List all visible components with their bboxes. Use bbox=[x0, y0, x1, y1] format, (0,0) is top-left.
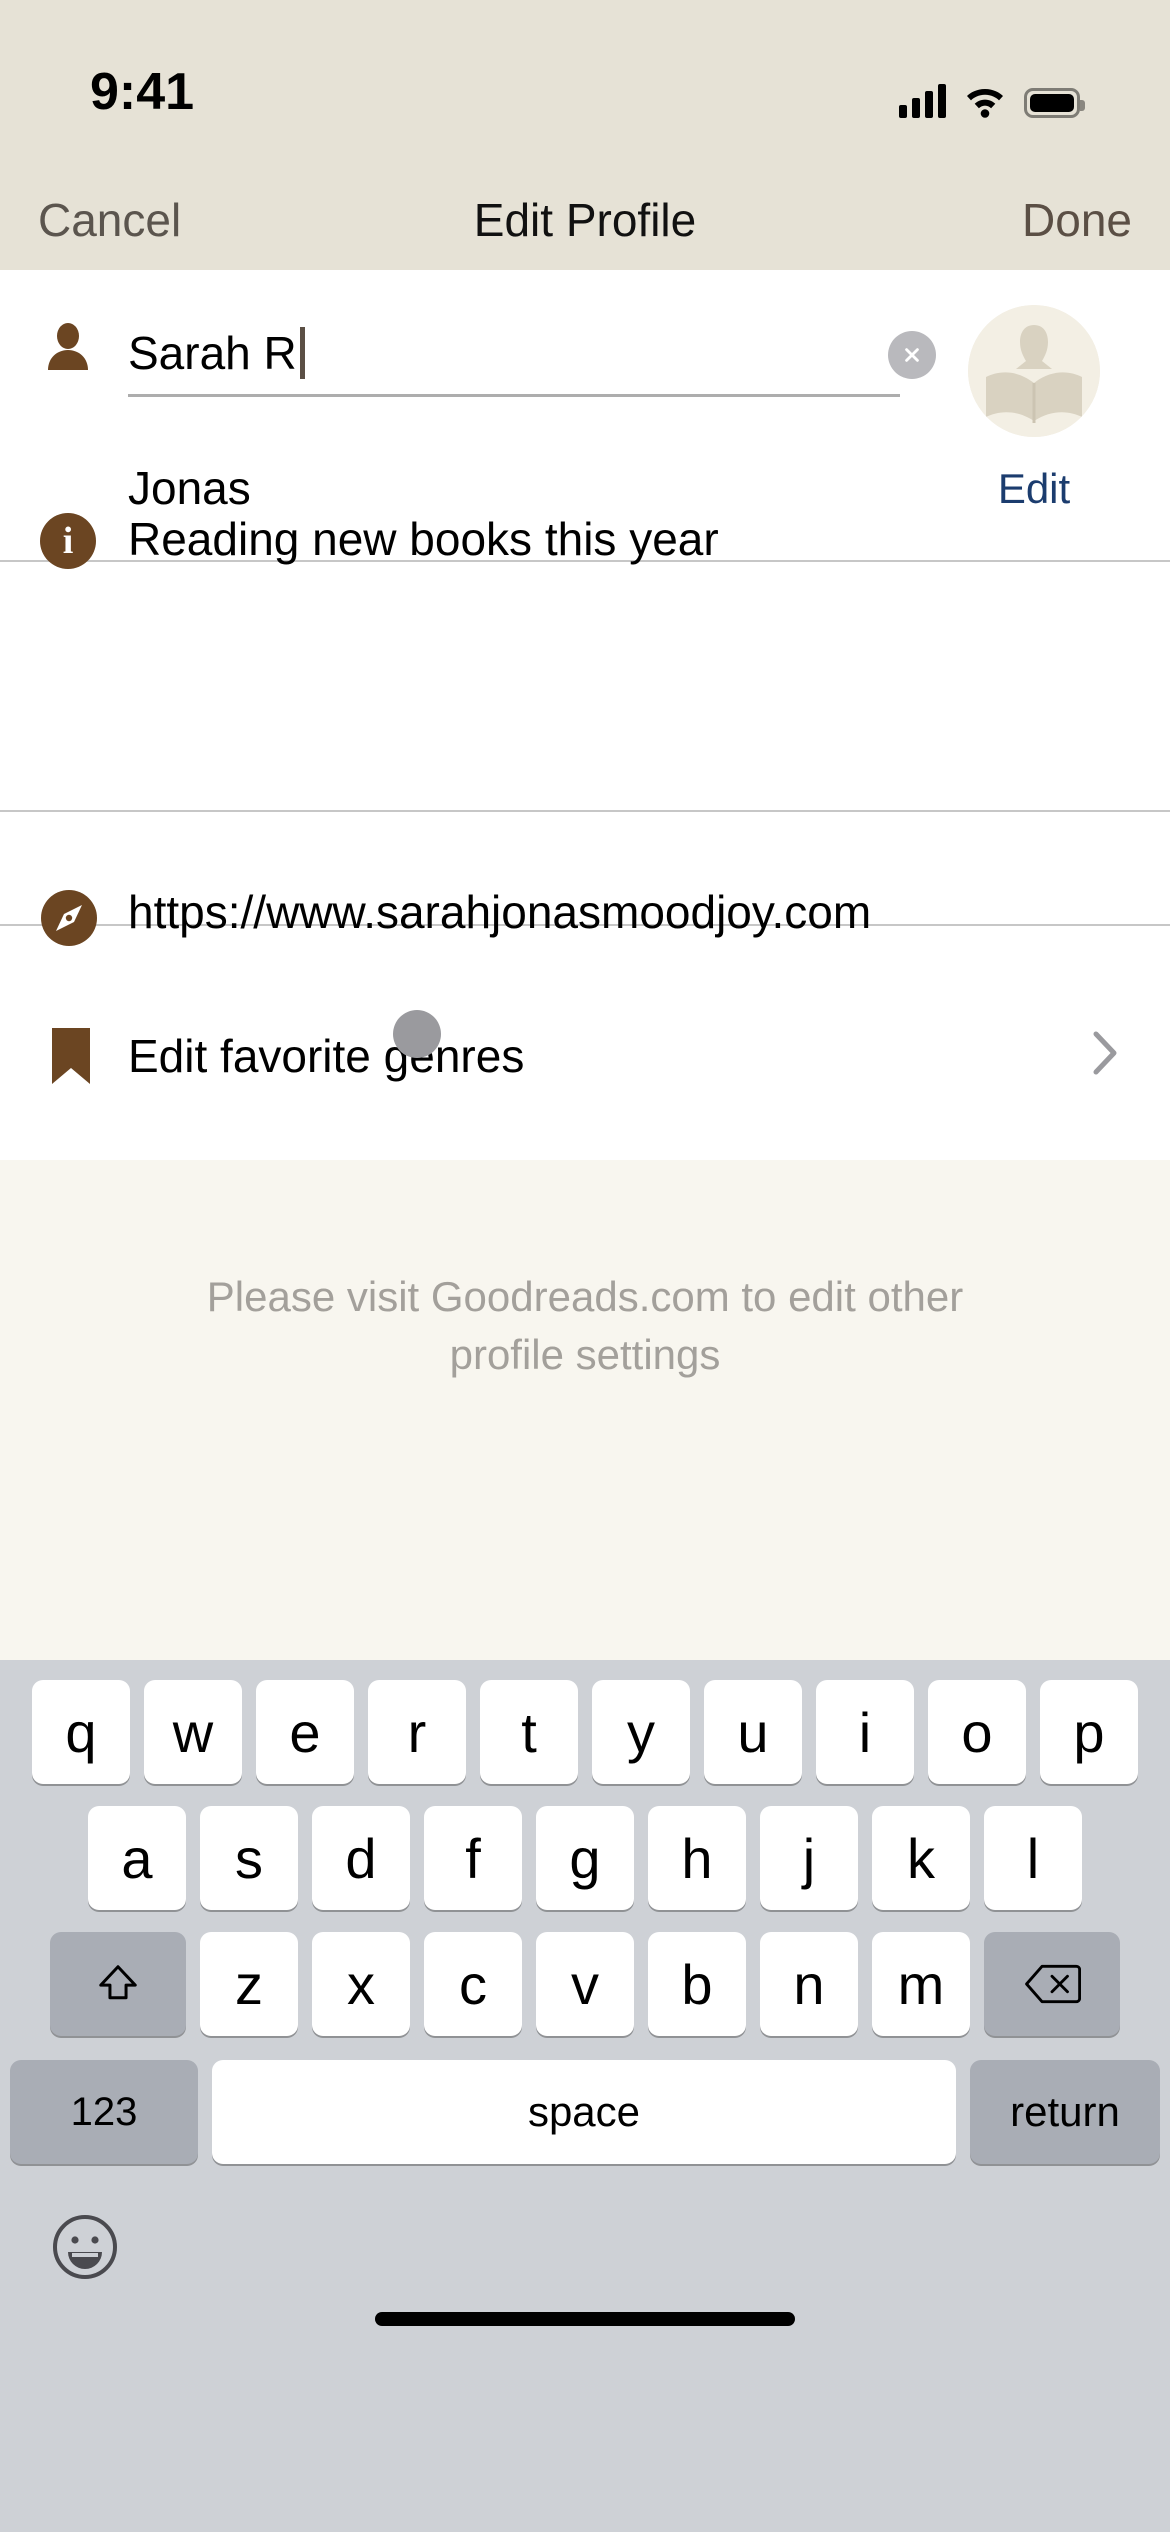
on-screen-keyboard: q w e r t y u i o p a s d f g h j k l z … bbox=[0, 1660, 1170, 2532]
key-i[interactable]: i bbox=[816, 1680, 914, 1784]
key-v[interactable]: v bbox=[536, 1932, 634, 2036]
key-l[interactable]: l bbox=[984, 1806, 1082, 1910]
key-e[interactable]: e bbox=[256, 1680, 354, 1784]
key-t[interactable]: t bbox=[480, 1680, 578, 1784]
website-value[interactable]: https://www.sarahjonasmoodjoy.com bbox=[128, 885, 871, 939]
first-name-value: Sarah R bbox=[128, 327, 297, 379]
key-s[interactable]: s bbox=[200, 1806, 298, 1910]
text-cursor bbox=[299, 327, 305, 379]
safari-compass-icon bbox=[41, 890, 97, 946]
backspace-delete-icon[interactable] bbox=[984, 1932, 1120, 2036]
keyboard-row-2: a s d f g h j k l bbox=[0, 1784, 1170, 1910]
key-x[interactable]: x bbox=[312, 1932, 410, 2036]
shift-arrow-icon[interactable] bbox=[50, 1932, 186, 2036]
about-row[interactable] bbox=[0, 562, 1170, 810]
key-h[interactable]: h bbox=[648, 1806, 746, 1910]
app-screen: 9:41 Edit Profile Cancel Done Sarah R Jo… bbox=[0, 0, 1170, 2532]
info-circle-icon: i bbox=[40, 513, 96, 569]
person-icon bbox=[48, 323, 88, 370]
footer-note-text: Please visit Goodreads.com to edit other… bbox=[206, 1273, 964, 1378]
page-title: Edit Profile bbox=[473, 194, 697, 246]
footer-note-section: Please visit Goodreads.com to edit other… bbox=[0, 1160, 1170, 1660]
avatar-edit-button[interactable]: Edit bbox=[956, 465, 1112, 513]
key-b[interactable]: b bbox=[648, 1932, 746, 2036]
key-z[interactable]: z bbox=[200, 1932, 298, 2036]
last-name-value: Jonas bbox=[128, 462, 251, 514]
key-y[interactable]: y bbox=[592, 1680, 690, 1784]
key-c[interactable]: c bbox=[424, 1932, 522, 2036]
status-bar-time: 9:41 bbox=[90, 63, 195, 121]
clear-circle-x-icon[interactable] bbox=[888, 331, 936, 379]
status-bar-indicators bbox=[899, 82, 1085, 118]
wifi-icon bbox=[967, 89, 1003, 118]
reader-avatar-icon[interactable] bbox=[968, 305, 1100, 437]
about-value[interactable]: Reading new books this year bbox=[128, 512, 719, 566]
status-bar: 9:41 bbox=[0, 0, 1170, 170]
key-j[interactable]: j bbox=[760, 1806, 858, 1910]
chevron-right-icon[interactable] bbox=[1092, 1030, 1118, 1076]
genres-label[interactable]: Edit favorite genres bbox=[128, 1029, 524, 1083]
key-u[interactable]: u bbox=[704, 1680, 802, 1784]
keyboard-row-4: 123 space return bbox=[0, 2036, 1170, 2164]
key-r[interactable]: r bbox=[368, 1680, 466, 1784]
return-key[interactable]: return bbox=[970, 2060, 1160, 2164]
emoji-smiley-icon[interactable] bbox=[52, 2214, 118, 2280]
cellular-bars-icon bbox=[899, 82, 946, 118]
home-indicator-bar bbox=[375, 2312, 795, 2326]
key-o[interactable]: o bbox=[928, 1680, 1026, 1784]
key-m[interactable]: m bbox=[872, 1932, 970, 2036]
key-g[interactable]: g bbox=[536, 1806, 634, 1910]
avatar-block: Edit bbox=[956, 305, 1112, 513]
done-button[interactable]: Done bbox=[1022, 193, 1132, 247]
numbers-key[interactable]: 123 bbox=[10, 2060, 198, 2164]
key-d[interactable]: d bbox=[312, 1806, 410, 1910]
first-name-underline bbox=[128, 394, 900, 397]
key-k[interactable]: k bbox=[872, 1806, 970, 1910]
keyboard-row-1: q w e r t y u i o p bbox=[0, 1660, 1170, 1784]
navigation-bar: Edit Profile Cancel Done bbox=[0, 170, 1170, 270]
first-name-field[interactable]: Sarah R bbox=[128, 320, 898, 386]
key-w[interactable]: w bbox=[144, 1680, 242, 1784]
key-q[interactable]: q bbox=[32, 1680, 130, 1784]
battery-icon bbox=[1024, 88, 1085, 118]
key-a[interactable]: a bbox=[88, 1806, 186, 1910]
keyboard-row-3: z x c v b n m bbox=[0, 1910, 1170, 2036]
space-key[interactable]: space bbox=[212, 2060, 956, 2164]
key-f[interactable]: f bbox=[424, 1806, 522, 1910]
keyboard-bottom-bar bbox=[0, 2164, 1170, 2354]
key-n[interactable]: n bbox=[760, 1932, 858, 2036]
bookmark-icon bbox=[52, 1028, 90, 1084]
key-p[interactable]: p bbox=[1040, 1680, 1138, 1784]
touch-indicator-dot bbox=[393, 1010, 441, 1058]
